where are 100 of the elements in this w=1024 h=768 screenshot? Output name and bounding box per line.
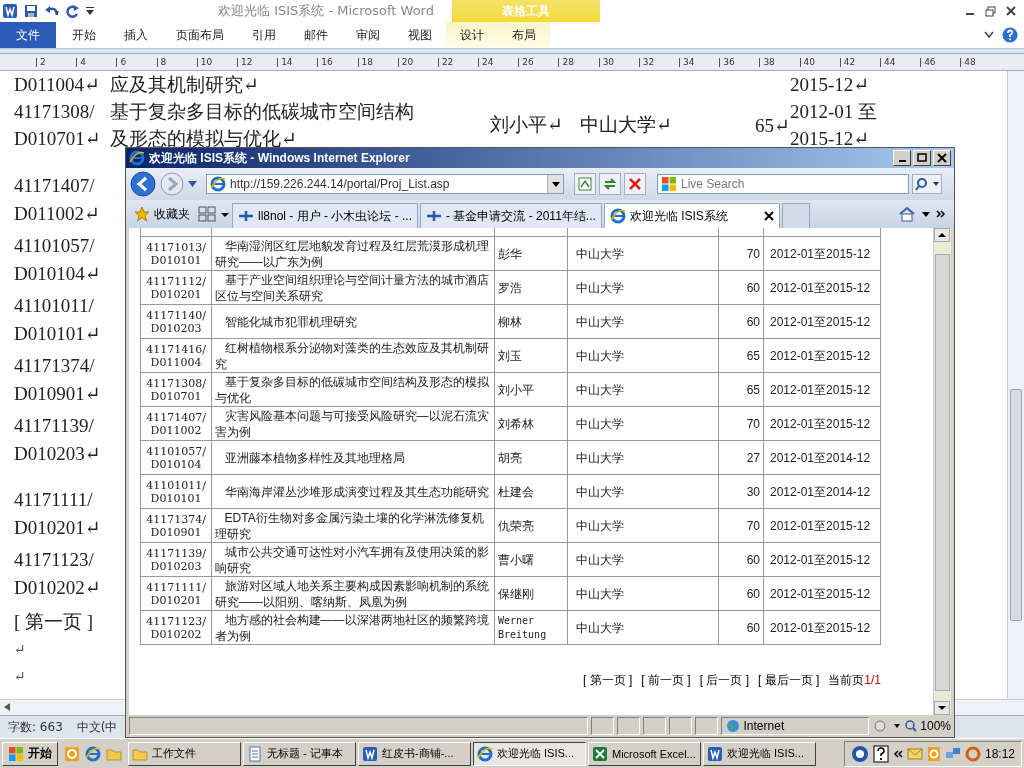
table-cell: 70 <box>718 508 764 543</box>
ruler-number: 32 <box>638 57 679 67</box>
table-cell: 41171139/ D010203 <box>140 542 212 577</box>
page-link[interactable]: [ 后一页 ] <box>699 672 749 689</box>
table-cell: 亚洲藤本植物多样性及其地理格局 <box>211 440 495 475</box>
table-cell: 2012-01至2015-12 <box>763 542 881 577</box>
word-count: 字数: 663 <box>8 718 63 736</box>
page-link[interactable]: [ 最后一页 ] <box>757 672 820 689</box>
taskbar-item[interactable]: 欢迎光临 ISIS... <box>703 741 816 766</box>
ribbon-tab[interactable]: 页面布局 <box>162 22 238 48</box>
table-cell: 2012-01至2015-12 <box>763 576 881 611</box>
table-cell: 罗浩 <box>494 270 568 305</box>
table-cell: 曹小曙 <box>494 542 568 577</box>
document-text: 应及其机制研究↵ <box>110 73 259 97</box>
ruler-number: 22 <box>437 57 479 67</box>
search-input[interactable]: Live Search <box>681 177 908 191</box>
table-cell: 刘玉 <box>494 338 568 373</box>
ribbon-tab[interactable]: 开始 <box>58 22 110 48</box>
document-text: 41101057/ <box>14 234 95 258</box>
table-cell: 2012-01至2014-12 <box>763 440 881 475</box>
table-cell: 2012-01至2015-12 <box>763 406 881 441</box>
paragraph-mark: ↵ <box>14 668 26 686</box>
ribbon-tab[interactable]: 引用 <box>238 22 290 48</box>
table-cell: 41171111/ D010201 <box>140 576 212 611</box>
table-cell: 60 <box>718 304 764 339</box>
table-cell: 中山大学 <box>567 474 719 509</box>
table-cell: 杜建会 <box>494 474 568 509</box>
table-cell: 2012-01至2015-12 <box>763 236 881 271</box>
language-indicator: 中文(中 <box>76 718 118 736</box>
table-cell: 中山大学 <box>567 576 719 611</box>
document-text: 41171111/ <box>14 488 93 512</box>
ruler-number: 16 <box>317 57 358 67</box>
table-cell: 41171140/ D010203 <box>140 304 212 339</box>
ribbon-tab[interactable]: 视图 <box>394 22 446 48</box>
table-cell: 中山大学 <box>567 542 719 577</box>
document-text: 中山大学↵ <box>580 113 673 137</box>
table-cell: 65 <box>718 372 764 407</box>
ribbon-tab[interactable]: 设计 <box>446 22 498 48</box>
document-text: 65↵ <box>754 114 790 136</box>
browser-tab[interactable]: - 基金申请交流 - 2011年结... <box>420 203 602 228</box>
table-cell: 2012-01至2015-12 <box>763 338 881 373</box>
page-link[interactable]: [ 第一页 ] <box>582 672 633 689</box>
table-cell: 2012-01至2015-12 <box>763 372 881 407</box>
document-text: D010203↵ <box>14 442 101 466</box>
taskbar-item[interactable]: 工作文件 <box>128 741 241 766</box>
document-text: D011002↵ <box>14 202 100 226</box>
start-button[interactable]: 开始 <box>2 741 58 766</box>
table-cell: 胡亮 <box>494 440 568 475</box>
ribbon-tab[interactable]: 插入 <box>110 22 162 48</box>
address-field[interactable]: http://159.226.244.14/portal/Proj_List.asp <box>206 174 564 194</box>
table-cell: 基于产业空间组织理论与空间计量方法的城市酒店区位与空间关系研究 <box>211 270 495 305</box>
ruler-number: 4 <box>76 57 117 67</box>
ruler-number: 38 <box>759 57 800 67</box>
ruler-number: 30 <box>598 57 639 67</box>
taskbar-item[interactable]: 红皮书-商铺-... <box>358 741 471 766</box>
zoom-button[interactable]: 100% <box>905 719 951 733</box>
document-text: 41101011/ <box>14 294 94 318</box>
ribbon-tab[interactable]: 布局 <box>498 22 550 48</box>
taskbar-item[interactable]: Microsoft Excel... <box>588 741 701 766</box>
table-cell: 华南湿润区红层地貌发育过程及红层荒漠形成机理研究——以广东为例 <box>211 236 495 271</box>
table-cell: 41171123/ D010202 <box>140 610 212 645</box>
document-text: 41171139/ <box>14 414 94 438</box>
taskbar-item[interactable]: 欢迎光临 ISIS... <box>473 741 586 766</box>
table-cell: 41171308/ D010701 <box>140 372 212 407</box>
ribbon-tab[interactable]: 审阅 <box>342 22 394 48</box>
table-cell: EDTA衍生物对多金属污染土壤的化学淋洗修复机理研究 <box>211 508 495 543</box>
table-cell: 中山大学 <box>567 406 719 441</box>
table-cell: 70 <box>718 406 764 441</box>
contextual-tab-group: 表格工具 <box>452 0 600 22</box>
clock: 18:12 <box>984 746 1015 761</box>
browser-tab[interactable]: ll8nol - 用户 - 小木虫论坛 - ... <box>232 203 418 228</box>
table-cell: 41171374/ D010901 <box>140 508 212 543</box>
ruler-number: 12 <box>236 57 278 67</box>
page-link[interactable]: [ 前一页 ] <box>641 672 691 689</box>
ruler-number: 40 <box>799 57 840 67</box>
table-cell: 41171013/ D010101 <box>140 236 212 271</box>
table-cell: 2012-01至2015-12 <box>763 508 881 543</box>
browser-tab[interactable]: 欢迎光临 ISIS系统 <box>603 203 780 228</box>
table-cell: 27 <box>718 440 764 475</box>
document-text: D010101↵ <box>14 322 101 346</box>
document-text: 41171407/ <box>14 174 95 198</box>
ribbon-tab[interactable]: 邮件 <box>290 22 342 48</box>
ribbon-tab[interactable]: 文件 <box>0 22 56 48</box>
document-text: D010201↵ <box>14 516 101 540</box>
table-cell: 地方感的社会构建——以深港两地社区的频繁跨境者为例 <box>211 610 495 645</box>
table-cell: 41171407/ D011002 <box>140 406 212 441</box>
ruler-number: 6 <box>116 57 157 67</box>
table-cell: 2012-01至2014-12 <box>763 474 881 509</box>
page-link[interactable]: [ 第一页 ] <box>14 608 94 636</box>
document-text: 及形态的模拟与优化↵ <box>110 127 297 151</box>
table-cell: 中山大学 <box>567 304 719 339</box>
table-cell: 41171112/ D010201 <box>140 270 212 305</box>
ruler-number: 20 <box>397 57 438 67</box>
favorites-button[interactable]: 收藏夹 <box>130 200 194 228</box>
taskbar-item[interactable]: 无标题 - 记事本 <box>243 741 356 766</box>
document-text: D010104↵ <box>14 262 101 286</box>
search-field[interactable]: Live Search <box>657 174 909 194</box>
ruler-number: 28 <box>558 57 599 67</box>
table-cell: 刘小平 <box>494 372 568 407</box>
table-cell: Werner Breitung <box>494 610 568 645</box>
